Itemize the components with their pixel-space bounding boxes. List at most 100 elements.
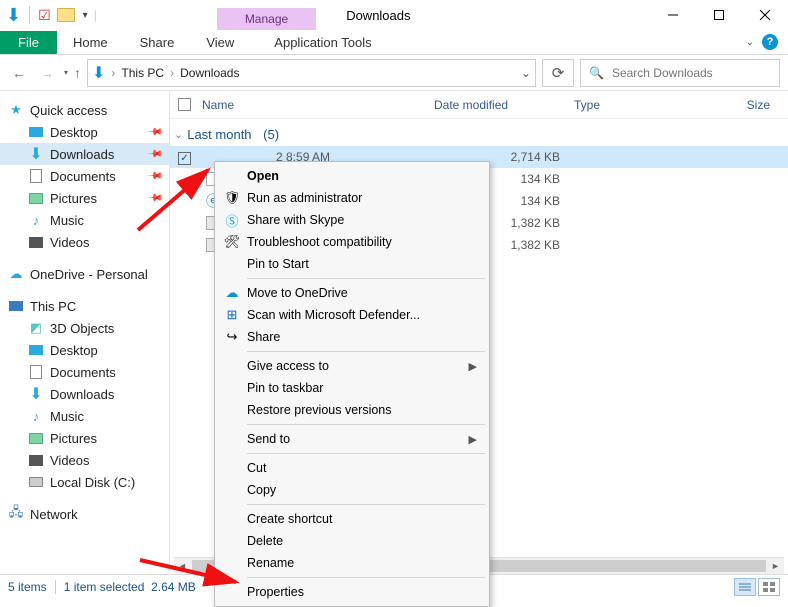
sidebar-item-pictures[interactable]: Pictures📌 (0, 187, 169, 209)
history-dropdown[interactable]: ▾ (64, 68, 68, 77)
search-input[interactable] (612, 66, 771, 80)
breadcrumb-separator[interactable]: › (109, 66, 117, 80)
status-selection-size: 2.64 MB (151, 580, 196, 594)
menu-share-skype[interactable]: ⓈShare with Skype (217, 209, 487, 231)
forward-button[interactable]: → (36, 62, 58, 84)
menu-send-to[interactable]: Send to▶ (217, 428, 487, 450)
row-checkbox[interactable]: ✓ (178, 152, 191, 165)
menu-run-as-admin[interactable]: 🛡Run as administrator (217, 187, 487, 209)
sidebar-item-desktop[interactable]: Desktop📌 (0, 121, 169, 143)
sidebar-item-3d-objects[interactable]: ◩3D Objects (0, 317, 169, 339)
breadcrumb-separator[interactable]: › (168, 66, 176, 80)
sidebar-item-downloads[interactable]: ⬇Downloads📌 (0, 143, 169, 165)
menu-open[interactable]: Open (217, 165, 487, 187)
menu-troubleshoot[interactable]: 🛠Troubleshoot compatibility (217, 231, 487, 253)
column-headers: Name Date modified Type Size (170, 91, 788, 119)
qat-dropdown[interactable]: ▾ (83, 10, 88, 21)
document-icon (30, 365, 42, 379)
quick-access-toolbar: ⬇ ☑ ▾ | (0, 5, 97, 26)
status-item-count: 5 items (8, 580, 47, 594)
thumbnails-view-button[interactable] (758, 578, 780, 596)
sidebar-item-videos[interactable]: Videos (0, 449, 169, 471)
menu-scan-defender[interactable]: ⊞Scan with Microsoft Defender... (217, 304, 487, 326)
menu-pin-taskbar[interactable]: Pin to taskbar (217, 377, 487, 399)
sidebar-item-downloads[interactable]: ⬇Downloads (0, 383, 169, 405)
videos-icon (29, 237, 43, 248)
refresh-button[interactable]: ⟳ (542, 59, 574, 87)
details-view-button[interactable] (734, 578, 756, 596)
document-icon (30, 169, 42, 183)
address-bar[interactable]: ⬇ › This PC › Downloads ⌄ (87, 59, 536, 87)
menu-properties[interactable]: Properties (217, 581, 487, 603)
maximize-button[interactable] (696, 0, 742, 30)
checkbox-icon[interactable]: ☑ (38, 7, 51, 24)
this-pc-header[interactable]: This PC (0, 295, 169, 317)
ribbon-expand-icon[interactable]: ⌄ (746, 37, 754, 48)
column-date[interactable]: Date modified (434, 98, 574, 112)
column-name[interactable]: Name (202, 98, 434, 112)
desktop-icon (29, 127, 43, 137)
troubleshoot-icon: 🛠 (223, 233, 241, 251)
sidebar-item-documents[interactable]: Documents📌 (0, 165, 169, 187)
menu-pin-start[interactable]: Pin to Start (217, 253, 487, 275)
menu-cut[interactable]: Cut (217, 457, 487, 479)
desktop-icon (29, 345, 43, 355)
menu-create-shortcut[interactable]: Create shortcut (217, 508, 487, 530)
column-size[interactable]: Size (700, 98, 770, 112)
sidebar-item-local-disk[interactable]: Local Disk (C:) (0, 471, 169, 493)
network-icon: 🖧 (8, 506, 24, 522)
sidebar-item-music[interactable]: ♪Music (0, 209, 169, 231)
music-icon: ♪ (28, 212, 44, 228)
contextual-tab-header: Manage (217, 8, 316, 30)
sidebar-item-documents[interactable]: Documents (0, 361, 169, 383)
tab-home[interactable]: Home (57, 31, 124, 54)
cloud-icon: ☁ (223, 284, 241, 302)
sidebar-item-desktop[interactable]: Desktop (0, 339, 169, 361)
folder-icon[interactable] (57, 8, 75, 22)
defender-icon: ⊞ (223, 306, 241, 324)
scroll-right-button[interactable]: ► (767, 558, 784, 575)
tab-application-tools[interactable]: Application Tools (258, 31, 387, 54)
select-all-checkbox[interactable] (178, 98, 191, 111)
cell-size: 2,714 KB (490, 150, 560, 164)
tab-view[interactable]: View (190, 31, 250, 54)
menu-restore-versions[interactable]: Restore previous versions (217, 399, 487, 421)
help-icon[interactable]: ? (762, 34, 778, 50)
pictures-icon (29, 433, 43, 444)
quick-access-header[interactable]: ★Quick access (0, 99, 169, 121)
group-header[interactable]: ⌄ Last month (5) (170, 119, 788, 146)
star-icon: ★ (8, 102, 24, 118)
sidebar-item-pictures[interactable]: Pictures (0, 427, 169, 449)
onedrive-header[interactable]: ☁OneDrive - Personal (0, 263, 169, 285)
tab-share[interactable]: Share (124, 31, 191, 54)
sidebar-item-videos[interactable]: Videos (0, 231, 169, 253)
minimize-button[interactable] (650, 0, 696, 30)
menu-rename[interactable]: Rename (217, 552, 487, 574)
close-button[interactable] (742, 0, 788, 30)
file-tab[interactable]: File (0, 31, 57, 54)
sidebar-item-music[interactable]: ♪Music (0, 405, 169, 427)
up-button[interactable]: ↑ (74, 65, 81, 81)
breadcrumb-this-pc[interactable]: This PC (117, 66, 168, 80)
breadcrumb-downloads[interactable]: Downloads (176, 66, 243, 80)
skype-icon: Ⓢ (223, 211, 241, 229)
status-selected-count: 1 item selected (64, 580, 145, 594)
search-box[interactable]: 🔍 (580, 59, 780, 87)
share-icon: ↪ (223, 328, 241, 346)
address-dropdown[interactable]: ⌄ (521, 66, 531, 80)
network-header[interactable]: 🖧Network (0, 503, 169, 525)
back-button[interactable]: ← (8, 62, 30, 84)
search-icon: 🔍 (589, 66, 604, 80)
disk-icon (29, 477, 43, 487)
menu-move-onedrive[interactable]: ☁Move to OneDrive (217, 282, 487, 304)
download-arrow-icon: ⬇ (6, 5, 21, 26)
menu-give-access[interactable]: Give access to▶ (217, 355, 487, 377)
scroll-left-button[interactable]: ◄ (174, 558, 191, 575)
submenu-arrow-icon: ▶ (469, 433, 477, 446)
column-type[interactable]: Type (574, 98, 700, 112)
menu-share[interactable]: ↪Share (217, 326, 487, 348)
shield-icon: 🛡 (223, 189, 241, 207)
download-arrow-icon: ⬇ (28, 386, 44, 402)
menu-copy[interactable]: Copy (217, 479, 487, 501)
menu-delete[interactable]: Delete (217, 530, 487, 552)
